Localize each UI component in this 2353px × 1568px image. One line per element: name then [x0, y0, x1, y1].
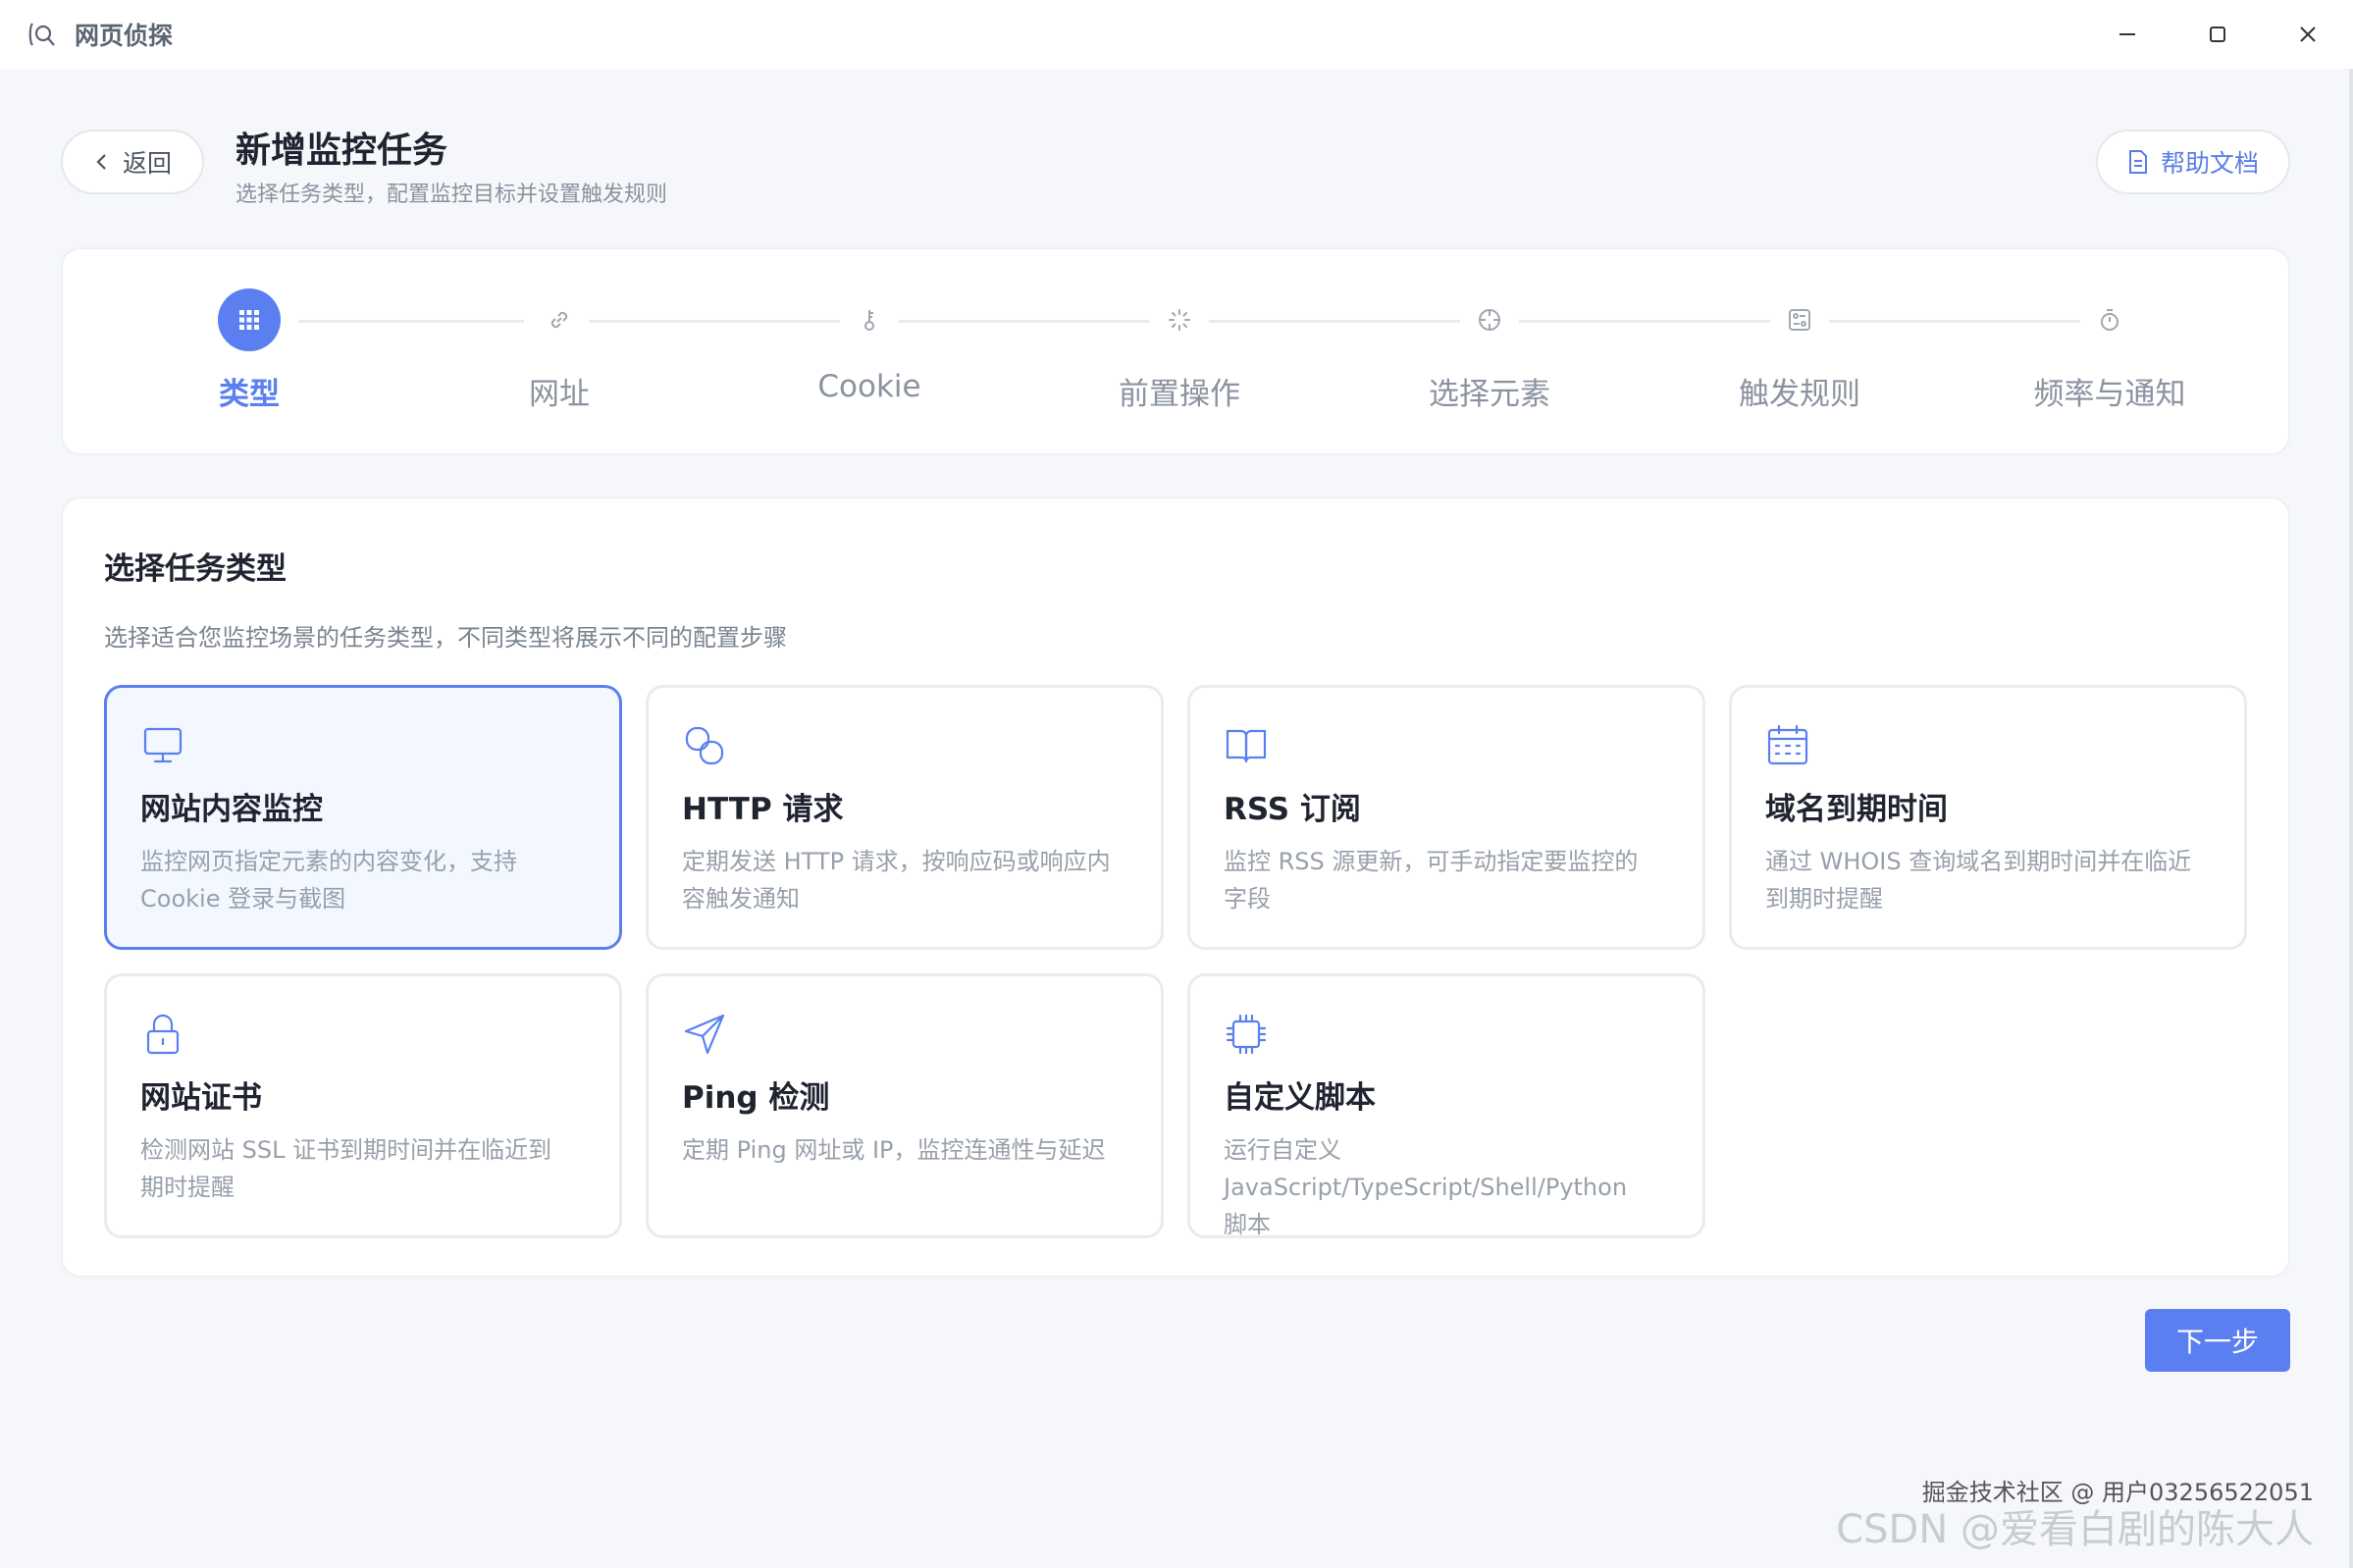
type-option-rss[interactable]: RSS 订阅 监控 RSS 源更新，可手动指定要监控的字段	[1187, 685, 1705, 950]
window-controls	[2082, 0, 2353, 69]
maximize-icon[interactable]	[2172, 0, 2263, 69]
help-docs-label: 帮助文档	[2160, 149, 2259, 178]
chevron-left-icon	[96, 154, 106, 170]
rules-icon	[1768, 288, 1831, 351]
type-title: Ping 检测	[682, 1080, 830, 1116]
link-icon	[528, 288, 591, 351]
monitor-icon	[140, 723, 185, 768]
step-label: 选择元素	[1429, 377, 1550, 412]
send-icon	[682, 1012, 727, 1057]
back-button[interactable]: 返回	[61, 130, 204, 194]
step-cookie[interactable]: Cookie	[722, 288, 1017, 404]
request-icon	[682, 723, 727, 768]
step-label: 前置操作	[1119, 377, 1240, 412]
type-option-ping[interactable]: Ping 检测 定期 Ping 网址或 IP，监控连通性与延迟	[646, 973, 1164, 1238]
type-title: 自定义脚本	[1224, 1080, 1376, 1116]
timer-icon	[2078, 288, 2141, 351]
step-type[interactable]: 类型	[102, 288, 396, 413]
loader-icon	[1148, 288, 1211, 351]
help-docs-button[interactable]: 帮助文档	[2096, 130, 2290, 194]
key-icon	[838, 288, 901, 351]
type-description: 定期发送 HTTP 请求，按响应码或响应内容触发通知	[682, 848, 1111, 913]
steps-card: 类型 网址 Cookie 前置操作 选择元素 触发规则 频率与通知	[61, 247, 2290, 455]
type-option-http-request[interactable]: HTTP 请求 定期发送 HTTP 请求，按响应码或响应内容触发通知	[646, 685, 1164, 950]
type-description: 检测网站 SSL 证书到期时间并在临近到期时提醒	[140, 1136, 552, 1201]
back-label: 返回	[122, 149, 172, 178]
page-subtitle: 选择任务类型，配置监控目标并设置触发规则	[235, 183, 668, 207]
type-title: 网站内容监控	[140, 792, 323, 827]
type-description: 运行自定义 JavaScript/TypeScript/Shell/Python…	[1224, 1136, 1628, 1238]
step-label: Cookie	[817, 369, 921, 404]
minimize-icon[interactable]	[2082, 0, 2172, 69]
chip-icon	[1224, 1012, 1269, 1057]
grid-icon	[218, 288, 281, 351]
watermark-line-2: CSDN @爱看白剧的陈大人	[1836, 1507, 2314, 1552]
type-description: 定期 Ping 网址或 IP，监控连通性与延迟	[682, 1136, 1106, 1164]
watermark: 掘金技术社区 @ 用户03256522051 CSDN @爱看白剧的陈大人	[1836, 1473, 2314, 1554]
type-option-website-content[interactable]: 网站内容监控 监控网页指定元素的内容变化，支持 Cookie 登录与截图	[104, 685, 622, 950]
crosshair-icon	[1458, 288, 1521, 351]
type-description: 监控网页指定元素的内容变化，支持 Cookie 登录与截图	[140, 848, 517, 913]
book-icon	[1224, 723, 1269, 768]
step-select-element[interactable]: 选择元素	[1342, 288, 1637, 413]
type-description: 监控 RSS 源更新，可手动指定要监控的字段	[1224, 848, 1639, 913]
step-label: 网址	[529, 377, 590, 412]
section-title: 选择任务类型	[104, 551, 287, 587]
step-label: 类型	[219, 377, 280, 412]
step-frequency-notify[interactable]: 频率与通知	[1962, 288, 2257, 413]
step-trigger-rules[interactable]: 触发规则	[1652, 288, 1947, 413]
close-icon[interactable]	[2263, 0, 2353, 69]
type-option-ssl-cert[interactable]: 网站证书 检测网站 SSL 证书到期时间并在临近到期时提醒	[104, 973, 622, 1238]
page-title: 新增监控任务	[235, 131, 448, 171]
next-step-button[interactable]: 下一步	[2145, 1309, 2290, 1372]
type-title: 网站证书	[140, 1080, 262, 1116]
type-title: 域名到期时间	[1765, 792, 1948, 827]
document-icon	[2128, 150, 2147, 174]
page-header: 返回 新增监控任务 选择任务类型，配置监控目标并设置触发规则 帮助文档	[61, 116, 2290, 207]
type-description: 通过 WHOIS 查询域名到期时间并在临近到期时提醒	[1765, 848, 2192, 913]
app-title: 网页侦探	[75, 22, 174, 50]
calendar-icon	[1765, 723, 1810, 768]
type-title: RSS 订阅	[1224, 792, 1361, 827]
type-option-custom-script[interactable]: 自定义脚本 运行自定义 JavaScript/TypeScript/Shell/…	[1187, 973, 1705, 1238]
type-option-domain-expiry[interactable]: 域名到期时间 通过 WHOIS 查询域名到期时间并在临近到期时提醒	[1729, 685, 2247, 950]
step-url[interactable]: 网址	[412, 288, 706, 413]
step-label: 频率与通知	[2033, 377, 2186, 412]
step-label: 触发规则	[1739, 377, 1860, 412]
task-type-card: 选择任务类型 选择适合您监控场景的任务类型，不同类型将展示不同的配置步骤 网站内…	[61, 497, 2290, 1278]
title-bar: 网页侦探	[0, 0, 2353, 69]
lock-icon	[140, 1012, 185, 1057]
app-logo-icon	[26, 17, 61, 52]
section-subtitle: 选择适合您监控场景的任务类型，不同类型将展示不同的配置步骤	[104, 624, 787, 652]
type-title: HTTP 请求	[682, 792, 844, 827]
step-pre-actions[interactable]: 前置操作	[1032, 288, 1327, 413]
window-edge	[2349, 69, 2353, 1568]
